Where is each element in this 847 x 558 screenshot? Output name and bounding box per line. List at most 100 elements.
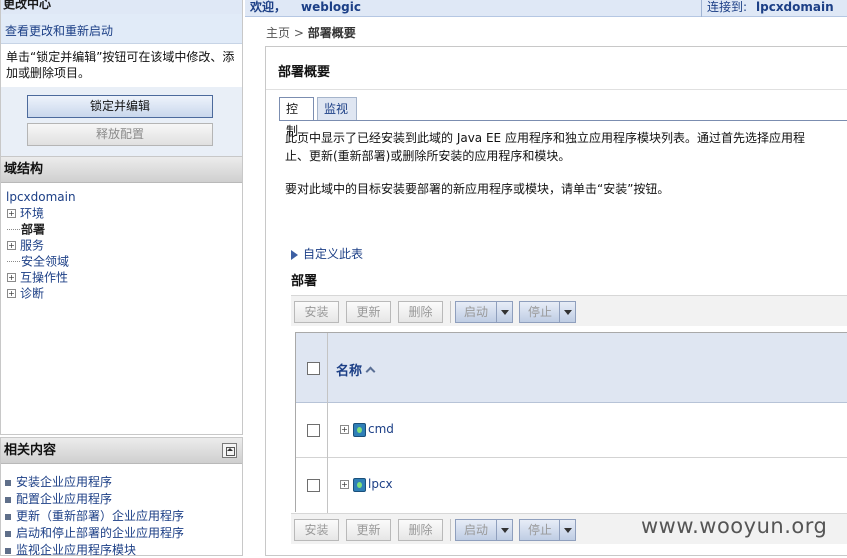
stop-dropdown[interactable]: 停止 (519, 301, 576, 323)
start-dropdown-label[interactable]: 启动 (456, 302, 496, 322)
connected-domain: lpcxdomain (756, 0, 834, 14)
stop-dropdown-label[interactable]: 停止 (520, 302, 560, 322)
related-link-label[interactable]: 启动和停止部署的企业应用程序 (16, 526, 184, 540)
expand-icon[interactable]: + (340, 425, 349, 434)
tree-connector (7, 261, 20, 262)
chevron-down-icon[interactable] (496, 302, 512, 322)
expand-icon[interactable]: + (7, 241, 16, 250)
related-link-label[interactable]: 监视企业应用程序模块 (16, 543, 136, 557)
tree-item-deployments[interactable]: 部署 (7, 221, 45, 237)
start-dropdown[interactable]: 启动 (455, 519, 513, 541)
expand-icon[interactable]: + (7, 209, 16, 218)
tree-connector (7, 229, 20, 230)
tree-item-label[interactable]: 安全领域 (21, 255, 69, 269)
related-link-label[interactable]: 安装企业应用程序 (16, 475, 112, 489)
bullet-icon (5, 547, 11, 554)
update-button[interactable]: 更新 (346, 301, 391, 323)
chevron-down-icon[interactable] (559, 520, 575, 540)
start-dropdown-label[interactable]: 启动 (456, 520, 496, 540)
chevron-down-icon[interactable] (559, 302, 575, 322)
tree-item-label[interactable]: 互操作性 (20, 271, 68, 285)
breadcrumb-current: 部署概要 (307, 26, 356, 40)
toolbar-separator (450, 301, 451, 323)
install-button[interactable]: 安装 (294, 519, 339, 541)
change-center-buttons: 锁定并编辑 释放配置 (1, 87, 242, 156)
install-button[interactable]: 安装 (294, 301, 339, 323)
left-sidebar: 更改中心 查看更改和重新启动 单击“锁定并编辑”按钮可在该域中修改、添加或删除项… (0, 0, 243, 557)
breadcrumb-separator: > (290, 26, 308, 40)
expand-icon[interactable]: + (340, 480, 349, 489)
related-link-start-stop[interactable]: 启动和停止部署的企业应用程序 (5, 525, 184, 541)
domain-structure-title: 域结构 (1, 157, 242, 183)
top-bar: 欢迎， weblogic 连接到: lpcxdomain (245, 0, 847, 17)
collapse-panel-icon[interactable] (222, 443, 237, 458)
tree-item-label[interactable]: 部署 (21, 223, 45, 237)
tab-underline (279, 120, 847, 121)
tree-item-label[interactable]: 诊断 (20, 287, 44, 301)
chevron-down-icon[interactable] (496, 520, 512, 540)
welcome-label: 欢迎， (250, 0, 287, 14)
related-link-configure[interactable]: 配置企业应用程序 (5, 491, 112, 507)
install-hint: 要对此域中的目标安装要部署的新应用程序或模块，请单击“安装”按钮。 (285, 182, 670, 196)
domain-structure-panel: 域结构 lpcxdomain + 环境 部署 + 服务 安全领域 + 互操作性 + 诊断 (0, 157, 243, 435)
sort-ascending-icon[interactable] (366, 368, 378, 376)
row-checkbox[interactable] (307, 479, 320, 492)
related-content-title: 相关内容 (1, 438, 242, 464)
stop-dropdown[interactable]: 停止 (519, 519, 576, 541)
divider (701, 0, 702, 17)
update-button[interactable]: 更新 (346, 519, 391, 541)
deployments-section-title: 部署 (291, 274, 318, 289)
change-center-link-row: 查看更改和重新启动 (1, 14, 242, 44)
breadcrumb-home-link[interactable]: 主页 (266, 26, 290, 40)
delete-button[interactable]: 删除 (398, 519, 443, 541)
deployment-name-link[interactable]: lpcx (368, 477, 393, 491)
tab-control[interactable]: 控制 (279, 97, 314, 138)
tree-item-label[interactable]: 环境 (20, 207, 44, 221)
tree-item-diagnostics[interactable]: + 诊断 (7, 285, 44, 301)
expand-triangle-icon (291, 249, 298, 260)
customize-table-link[interactable]: 自定义此表 (291, 245, 363, 262)
related-link-label[interactable]: 更新（重新部署）企业应用程序 (16, 509, 184, 523)
tree-item-label[interactable]: 服务 (20, 239, 44, 253)
expand-icon[interactable]: + (7, 273, 16, 282)
column-header-label[interactable]: 名称 (336, 364, 362, 379)
select-all-checkbox[interactable] (307, 362, 320, 375)
tree-item-interoperability[interactable]: + 互操作性 (7, 269, 68, 285)
tree-item-services[interactable]: + 服务 (7, 237, 44, 253)
change-center-description: 单击“锁定并编辑”按钮可在该域中修改、添加或删除项目。 (6, 50, 235, 80)
deployment-name-link[interactable]: cmd (368, 422, 394, 436)
lock-and-edit-button[interactable]: 锁定并编辑 (27, 95, 213, 118)
table-row: + cmd (296, 403, 847, 458)
divider (266, 89, 847, 90)
column-header-name[interactable]: 名称 (336, 360, 378, 379)
release-configuration-button[interactable]: 释放配置 (27, 123, 213, 146)
start-dropdown[interactable]: 启动 (455, 301, 513, 323)
column-separator (327, 333, 328, 513)
delete-button[interactable]: 删除 (398, 301, 443, 323)
bullet-icon (5, 479, 11, 486)
change-center-title: 更改中心 (1, 0, 242, 14)
related-link-update[interactable]: 更新（重新部署）企业应用程序 (5, 508, 184, 524)
domain-root-link[interactable]: lpcxdomain (6, 190, 76, 204)
customize-table-label[interactable]: 自定义此表 (303, 247, 363, 261)
view-changes-link[interactable]: 查看更改和重新启动 (5, 22, 113, 39)
deployments-table: 名称 + cmd + lpcx (295, 332, 847, 513)
related-link-label[interactable]: 配置企业应用程序 (16, 492, 112, 506)
related-link-install[interactable]: 安装企业应用程序 (5, 474, 112, 490)
breadcrumb: 主页 > 部署概要 (266, 24, 356, 41)
deployments-summary-panel: 部署概要 控制 监视 此页中显示了已经安装到此域的 Java EE 应用程序和独… (265, 46, 847, 556)
watermark: www.wooyun.org (641, 514, 828, 538)
row-checkbox[interactable] (307, 424, 320, 437)
page-title: 部署概要 (278, 65, 331, 80)
page-description-line1: 此页中显示了已经安装到此域的 Java EE 应用程序和独立应用程序模块列表。通… (285, 131, 805, 145)
tab-monitoring[interactable]: 监视 (317, 97, 357, 121)
table-header: 名称 (296, 333, 847, 403)
expand-icon[interactable]: + (7, 289, 16, 298)
stop-dropdown-label[interactable]: 停止 (520, 520, 560, 540)
tree-item-environment[interactable]: + 环境 (7, 205, 44, 221)
bullet-icon (5, 513, 11, 520)
tree-item-security-realms[interactable]: 安全领域 (7, 253, 69, 269)
bullet-icon (5, 530, 11, 537)
username: weblogic (301, 0, 361, 14)
application-icon (353, 478, 366, 492)
